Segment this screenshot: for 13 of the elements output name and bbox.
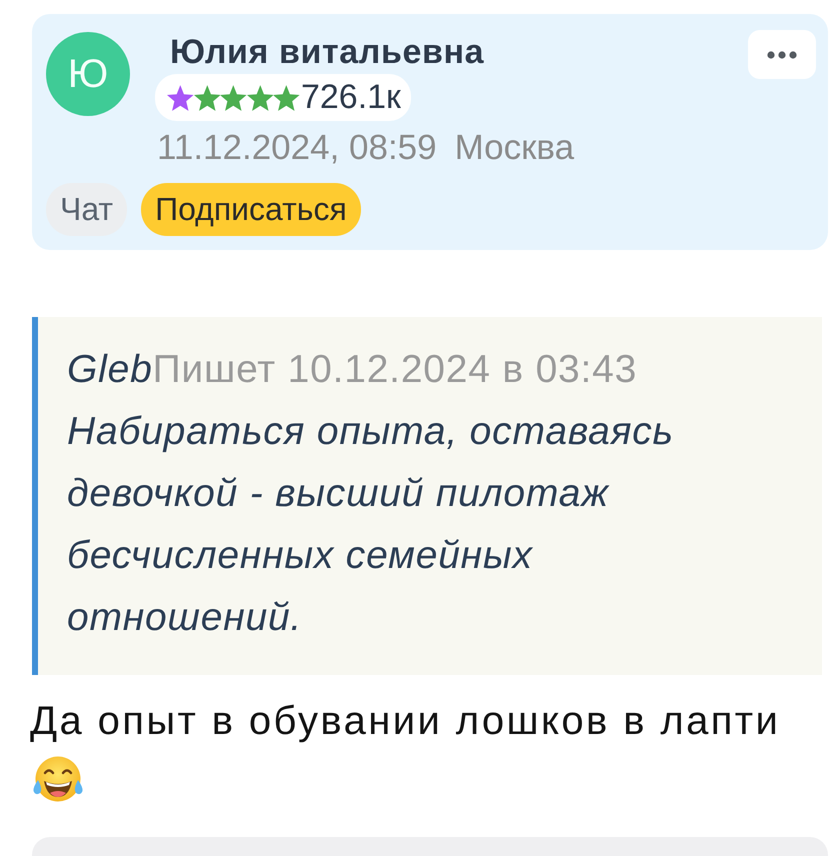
post-date: 11.12.2024, 08:59 — [157, 128, 437, 168]
reply-text: Да опыт в обувании лошков в лапти — [30, 698, 782, 745]
post-city: Москва — [454, 128, 574, 168]
more-icon — [767, 50, 797, 58]
quote-text: Набираться опыта, оставаясь девочкой - высший пилотаж бесчисленных семейных отношений. — [67, 409, 675, 641]
quote-meta: Пишет 10.12.2024 в 03:43 — [152, 348, 638, 391]
quote-author[interactable]: Gleb — [67, 348, 153, 391]
author-name[interactable]: Юлия витальевна — [155, 32, 748, 72]
rating-count: 726.1к — [300, 78, 401, 117]
laughing-face-icon — [33, 756, 83, 802]
subscribe-button[interactable]: Подписаться — [141, 183, 361, 236]
chat-button[interactable]: Чат — [46, 183, 128, 236]
more-button[interactable] — [748, 30, 816, 79]
